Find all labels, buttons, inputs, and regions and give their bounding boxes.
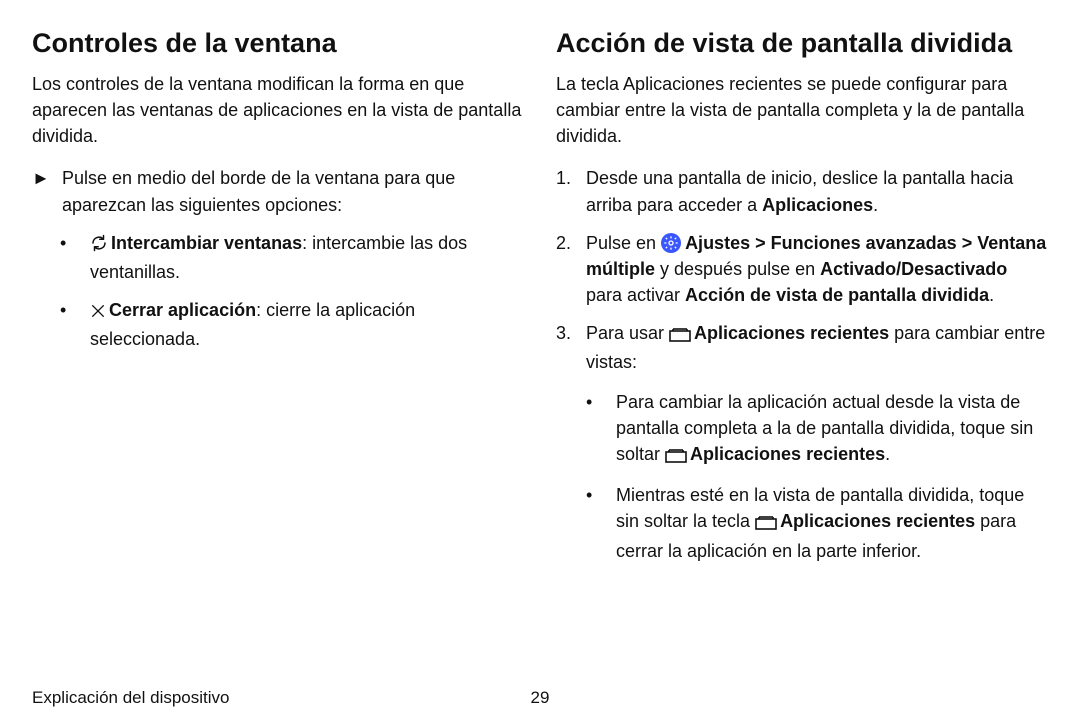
footer-section-name: Explicación del dispositivo: [32, 686, 230, 711]
bullet-swap-windows-strong: Intercambiar ventanas: [111, 233, 302, 253]
footer-page-number: 29: [531, 686, 550, 711]
step2-i: para activar: [586, 285, 685, 305]
step2-g: y después pulse en: [655, 259, 820, 279]
step3-a: Para usar: [586, 323, 669, 343]
step2-e: >: [957, 233, 978, 253]
sub2-b: Aplicaciones recientes: [780, 511, 975, 531]
step-number-1: 1.: [556, 165, 576, 191]
right-column: Acción de vista de pantalla dividida La …: [556, 24, 1048, 678]
bullet-icon: •: [586, 482, 606, 508]
sub-bullet-2-text: Mientras esté en la vista de pantalla di…: [616, 482, 1048, 563]
step-2-text: Pulse en Ajustes > Funciones avanzadas >…: [586, 230, 1048, 308]
step-number-2: 2.: [556, 230, 576, 256]
section-heading-left: Controles de la ventana: [32, 24, 524, 63]
step2-j: Acción de vista de pantalla dividida: [685, 285, 989, 305]
triangle-list-item: ► Pulse en medio del borde de la ventana…: [32, 165, 524, 217]
bullet-swap-windows: • Intercambiar ventanas: intercambie las…: [60, 230, 524, 285]
step1-part-b: Aplicaciones: [762, 195, 873, 215]
step2-d: Funciones avanzadas: [771, 233, 957, 253]
ordered-step-3: 3. Para usar Aplicaciones recientes para…: [556, 320, 1048, 576]
triangle-item-text: Pulse en medio del borde de la ventana p…: [62, 165, 524, 217]
bullet-close-app-text: Cerrar aplicación: cierre la aplicación …: [90, 297, 524, 352]
step-3-text: Para usar Aplicaciones recientes para ca…: [586, 320, 1048, 576]
bullet-icon: •: [586, 389, 606, 415]
step3-sub-bullets: • Para cambiar la aplicación actual desd…: [586, 389, 1048, 564]
bullet-icon: •: [60, 297, 80, 323]
ordered-step-1: 1. Desde una pantalla de inicio, deslice…: [556, 165, 1048, 217]
left-lead-paragraph: Los controles de la ventana modifican la…: [32, 71, 524, 149]
two-column-layout: Controles de la ventana Los controles de…: [32, 24, 1048, 678]
recent-apps-icon: [665, 444, 687, 470]
sub-bullet-1-text: Para cambiar la aplicación actual desde …: [616, 389, 1048, 470]
page-footer: Explicación del dispositivo 29: [32, 678, 1048, 700]
swap-arrows-icon: [90, 233, 108, 259]
left-column: Controles de la ventana Los controles de…: [32, 24, 524, 678]
ordered-step-2: 2. Pulse en Ajustes > Funciones avanzada…: [556, 230, 1048, 308]
step2-h: Activado/​Desactivado: [820, 259, 1007, 279]
sub1-b: Aplicaciones recientes: [690, 444, 885, 464]
step-1-text: Desde una pantalla de inicio, deslice la…: [586, 165, 1048, 217]
right-lead-paragraph: La tecla Aplicaciones recientes se puede…: [556, 71, 1048, 149]
sub1-c: .: [885, 444, 890, 464]
manual-page: Controles de la ventana Los controles de…: [0, 0, 1080, 720]
triangle-marker-icon: ►: [32, 165, 52, 191]
step3-b: Aplicaciones recientes: [694, 323, 889, 343]
step1-part-c: .: [873, 195, 878, 215]
nested-bullet-list: • Intercambiar ventanas: intercambie las…: [32, 230, 524, 352]
step2-a: Pulse en: [586, 233, 661, 253]
recent-apps-icon: [755, 511, 777, 537]
sub-bullet-1: • Para cambiar la aplicación actual desd…: [586, 389, 1048, 470]
bullet-icon: •: [60, 230, 80, 256]
bullet-close-app: • Cerrar aplicación: cierre la aplicació…: [60, 297, 524, 352]
sub-bullet-2: • Mientras esté en la vista de pantalla …: [586, 482, 1048, 563]
recent-apps-icon: [669, 323, 691, 349]
step-number-3: 3.: [556, 320, 576, 346]
bullet-swap-windows-text: Intercambiar ventanas: intercambie las d…: [90, 230, 524, 285]
step2-b: Ajustes: [685, 233, 750, 253]
step2-k: .: [989, 285, 994, 305]
settings-gear-icon: [661, 233, 681, 253]
step2-c: >: [750, 233, 771, 253]
section-heading-right: Acción de vista de pantalla dividida: [556, 24, 1048, 63]
bullet-close-app-strong: Cerrar aplicación: [109, 300, 256, 320]
close-x-icon: [90, 300, 106, 326]
